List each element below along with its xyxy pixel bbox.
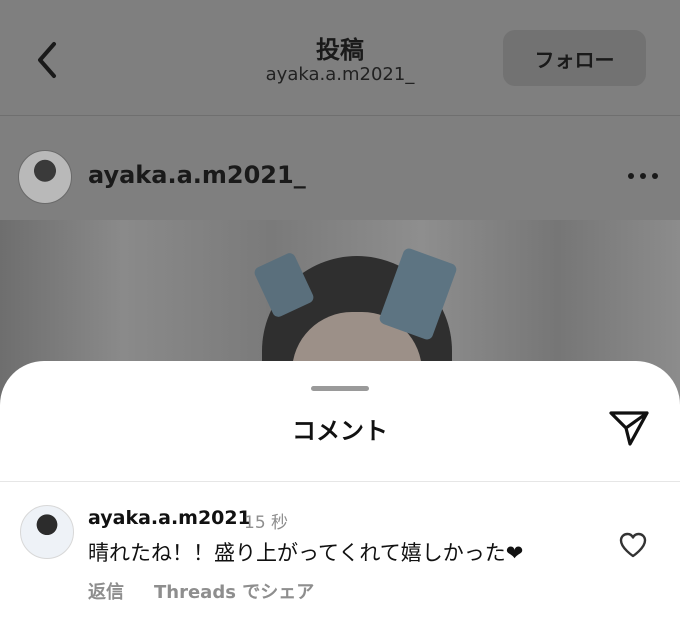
commenter-username[interactable]: ayaka.a.m2021 xyxy=(88,507,251,529)
more-dots-icon[interactable] xyxy=(626,172,660,180)
comment-item: ayaka.a.m2021 15 秒 晴れたね！！盛り上がってくれて嬉しかった❤… xyxy=(0,501,680,611)
comment-timestamp: 15 秒 xyxy=(244,513,289,533)
comments-sheet: コメント ayaka.a.m2021 15 秒 晴れたね！！盛り上がってくれて嬉… xyxy=(0,361,680,634)
post-author-row: ayaka.a.m2021_ xyxy=(0,116,680,220)
comment-text: 晴れたね！！盛り上がってくれて嬉しかった❤ xyxy=(88,541,524,565)
heart-icon[interactable] xyxy=(618,531,648,559)
sheet-grabber[interactable] xyxy=(311,386,369,391)
top-bar: 投稿 ayaka.a.m2021_ フォロー xyxy=(0,0,680,116)
reply-button[interactable]: 返信 xyxy=(88,578,124,604)
follow-button[interactable]: フォロー xyxy=(503,30,646,86)
commenter-avatar[interactable] xyxy=(20,505,74,559)
author-avatar[interactable] xyxy=(18,150,72,204)
author-name[interactable]: ayaka.a.m2021_ xyxy=(88,161,306,189)
share-threads-button[interactable]: Threads でシェア xyxy=(154,578,314,604)
sheet-divider xyxy=(0,481,680,482)
send-icon[interactable] xyxy=(608,409,650,447)
sheet-title: コメント xyxy=(292,417,388,445)
